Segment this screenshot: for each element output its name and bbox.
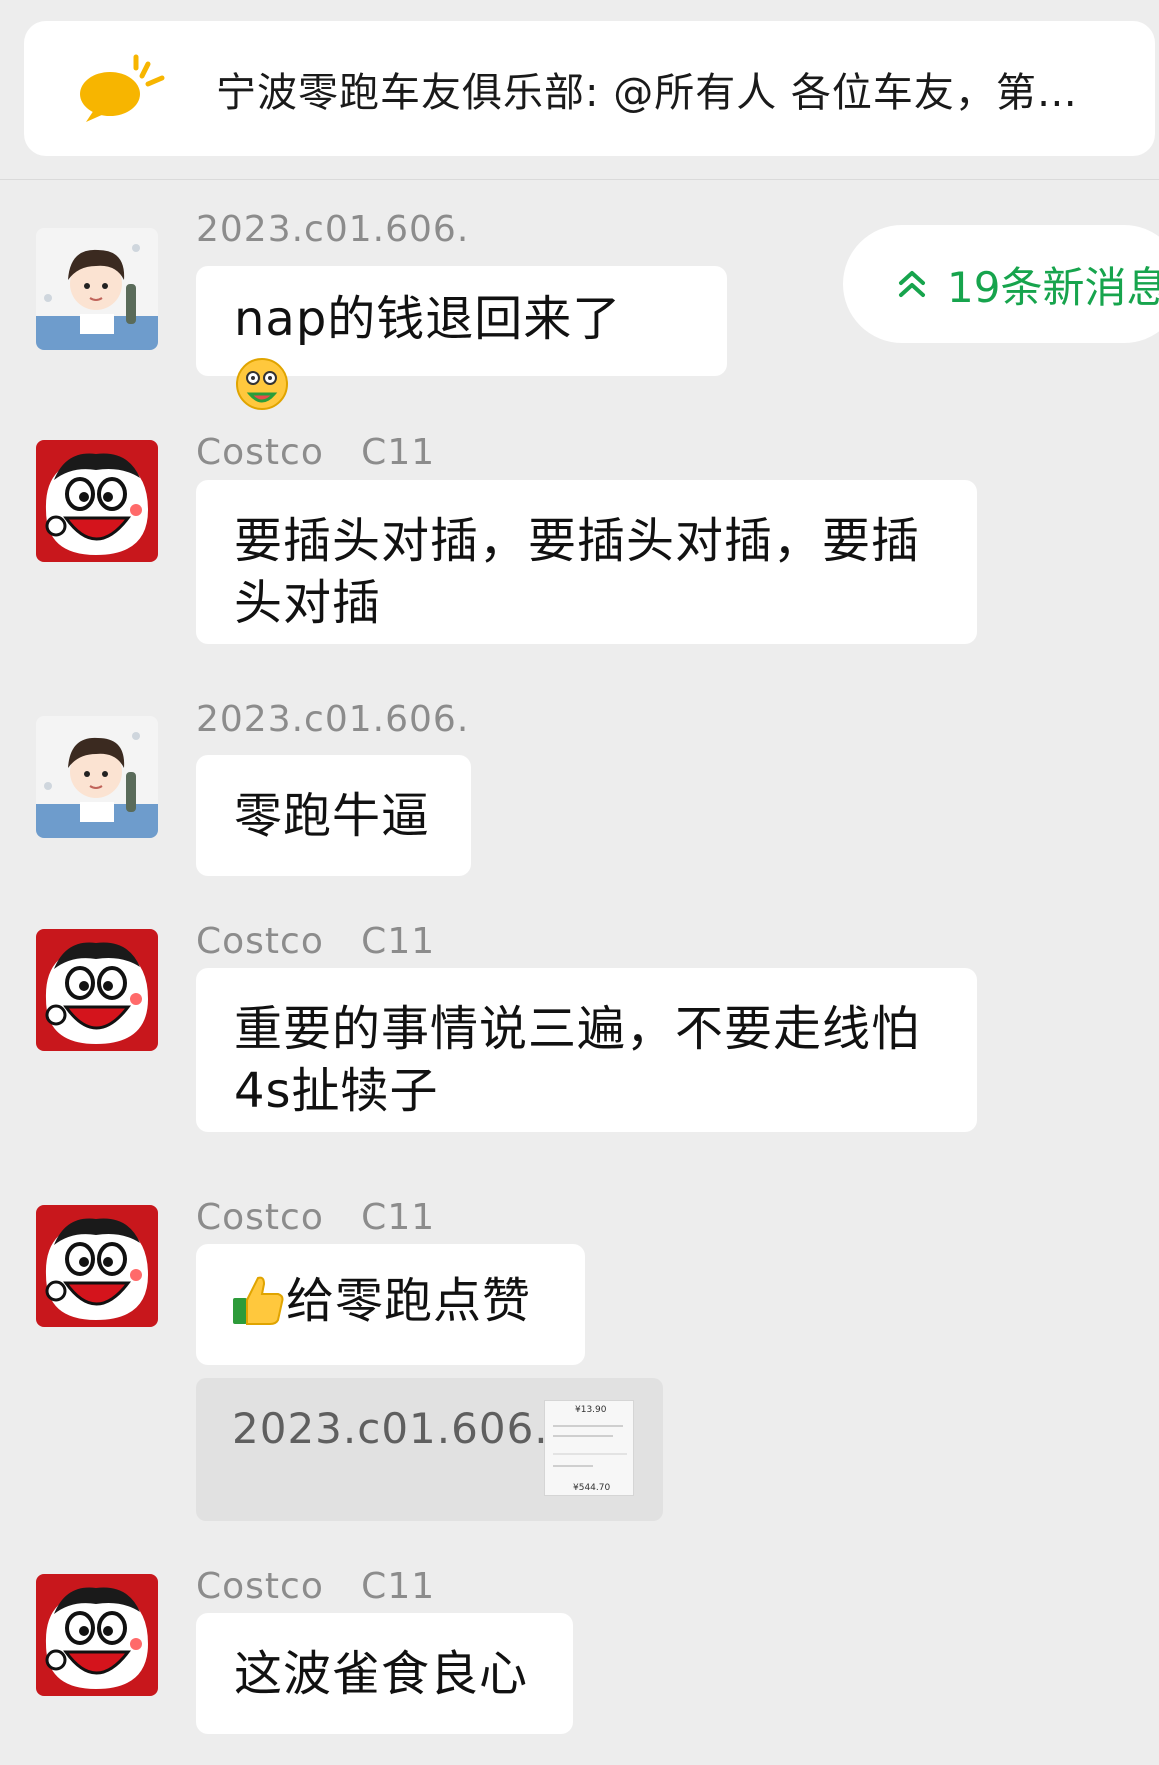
monocle-face-emoji-icon <box>236 358 288 410</box>
quote-amount-bottom: ¥544.70 <box>573 1483 611 1493</box>
sender-name: 2023.c01.606. <box>196 699 470 740</box>
wangzai-avatar[interactable] <box>36 440 158 562</box>
quote-amount-top: ¥13.90 <box>575 1405 607 1415</box>
new-messages-label: 19条新消息 <box>947 262 1159 312</box>
quoted-message[interactable]: 2023.c01.606.: ¥13.90 ¥544.70 <box>196 1378 663 1521</box>
wangzai-avatar[interactable] <box>36 929 158 1051</box>
thumbs-up-emoji-icon <box>233 1276 284 1325</box>
message-text: 给零跑点赞 <box>286 1273 532 1329</box>
message-bubble[interactable]: 给零跑点赞 <box>196 1244 585 1365</box>
boy-avatar[interactable] <box>36 228 158 350</box>
boy-avatar[interactable] <box>36 716 158 838</box>
header-divider <box>0 179 1159 180</box>
announcement-speaker-icon <box>80 54 165 122</box>
sender-name: Costco C11 <box>196 921 436 962</box>
sender-name: Costco C11 <box>196 1197 436 1238</box>
wangzai-avatar[interactable] <box>36 1205 158 1327</box>
double-chevron-up-icon <box>899 271 925 297</box>
message-text: 要插头对插，要插头对插，要插头对插 <box>234 513 921 631</box>
sender-name: 2023.c01.606. <box>196 209 470 250</box>
message-text: 这波雀食良心 <box>234 1646 529 1702</box>
message-bubble[interactable]: nap的钱退回来了 <box>196 266 727 410</box>
sender-name: Costco C11 <box>196 432 436 473</box>
message-bubble[interactable]: 零跑牛逼 <box>196 755 471 876</box>
message-bubble[interactable]: 要插头对插，要插头对插，要插头对插 <box>196 480 977 644</box>
message-bubble[interactable]: 重要的事情说三遍，不要走线怕4s扯犊子 <box>196 968 977 1132</box>
sender-name: Costco C11 <box>196 1566 436 1607</box>
message-text: 零跑牛逼 <box>234 788 431 844</box>
message-text: 重要的事情说三遍，不要走线怕4s扯犊子 <box>234 1001 921 1119</box>
quote-image-thumbnail[interactable]: ¥13.90 ¥544.70 <box>544 1400 634 1496</box>
group-announcement-bar[interactable]: 宁波零跑车友俱乐部: @所有人 各位车友，第十… <box>24 21 1155 156</box>
message-bubble[interactable]: 这波雀食良心 <box>196 1613 573 1734</box>
message-text: nap的钱退回来了 <box>234 291 622 347</box>
quote-text: 2023.c01.606.: <box>232 1404 564 1453</box>
new-messages-button[interactable]: 19条新消息 <box>843 225 1159 343</box>
announcement-text: 宁波零跑车友俱乐部: @所有人 各位车友，第十… <box>216 69 1111 116</box>
wangzai-avatar[interactable] <box>36 1574 158 1696</box>
